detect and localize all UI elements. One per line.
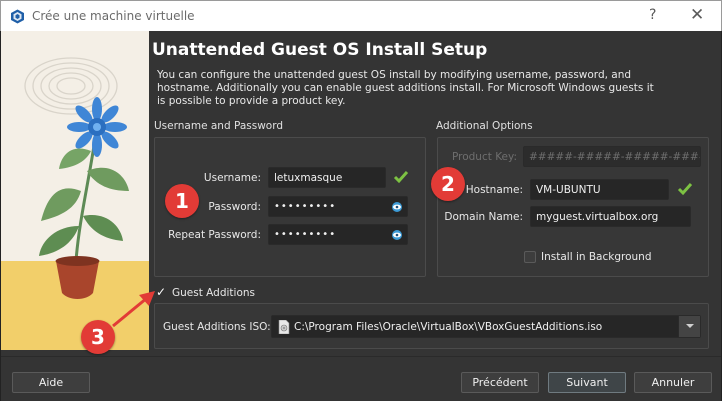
username-section-title: Username and Password <box>154 120 283 132</box>
username-valid-check-icon <box>393 171 409 184</box>
annotation-badge-2: 2 <box>431 167 465 201</box>
page-title: Unattended Guest OS Install Setup <box>152 40 488 60</box>
guest-additions-label[interactable]: Guest Additions <box>172 287 255 299</box>
repeat-password-label: Repeat Password: <box>168 229 261 241</box>
help-button[interactable]: Aide <box>12 372 90 393</box>
domain-name-label: Domain Name: <box>444 211 523 223</box>
password-field[interactable]: ••••••••• <box>268 196 408 217</box>
show-password-icon[interactable] <box>391 201 403 213</box>
guest-additions-iso-label: Guest Additions ISO: <box>163 321 271 333</box>
next-button[interactable]: Suivant <box>548 372 626 393</box>
username-label: Username: <box>203 172 261 184</box>
chevron-down-icon <box>686 324 694 328</box>
close-icon[interactable]: ✕ <box>690 5 704 25</box>
next-button-label: Suivant <box>566 376 608 389</box>
disc-file-icon <box>278 320 290 334</box>
wizard-window: Unattended Guest OS Install Setup You ca… <box>0 31 722 401</box>
show-repeat-password-icon[interactable] <box>391 229 403 241</box>
page-description: You can configure the unattended guest O… <box>157 69 654 107</box>
help-icon[interactable]: ? <box>649 7 656 23</box>
hostname-field[interactable]: VM-UBUNTU <box>530 179 669 200</box>
guest-additions-iso-combo[interactable]: C:\Program Files\Oracle\VirtualBox\VBoxG… <box>271 315 701 338</box>
iso-dropdown-button[interactable] <box>678 316 700 337</box>
guest-additions-iso-value: C:\Program Files\Oracle\VirtualBox\VBoxG… <box>294 321 603 333</box>
virtualbox-icon <box>11 9 24 24</box>
annotation-badge-3: 3 <box>81 320 115 354</box>
install-background-checkbox[interactable] <box>524 251 536 263</box>
additional-options-title: Additional Options <box>436 120 533 132</box>
repeat-password-field[interactable]: ••••••••• <box>268 224 408 245</box>
username-field[interactable]: letuxmasque <box>268 167 386 188</box>
annotation-badge-1: 1 <box>165 184 199 218</box>
annotation-arrow <box>112 291 155 328</box>
previous-button-label: Précédent <box>472 376 528 389</box>
product-key-field: #####-#####-#####-##### <box>523 146 701 167</box>
password-value: ••••••••• <box>274 201 337 212</box>
window-title: Crée une machine virtuelle <box>32 9 195 23</box>
domain-name-field[interactable]: myguest.virtualbox.org <box>530 206 691 227</box>
cancel-button-label: Annuler <box>651 376 695 389</box>
previous-button[interactable]: Précédent <box>461 372 539 393</box>
hostname-valid-check-icon <box>677 183 693 196</box>
install-background-label[interactable]: Install in Background <box>541 251 652 263</box>
help-button-label: Aide <box>38 376 64 389</box>
title-bar: Crée une machine virtuelle ? ✕ <box>0 0 722 31</box>
repeat-password-value: ••••••••• <box>274 229 337 240</box>
product-key-label: Product Key: <box>451 151 517 163</box>
cancel-button[interactable]: Annuler <box>634 372 712 393</box>
wizard-footer: Aide Précédent Suivant Annuler <box>1 356 721 401</box>
